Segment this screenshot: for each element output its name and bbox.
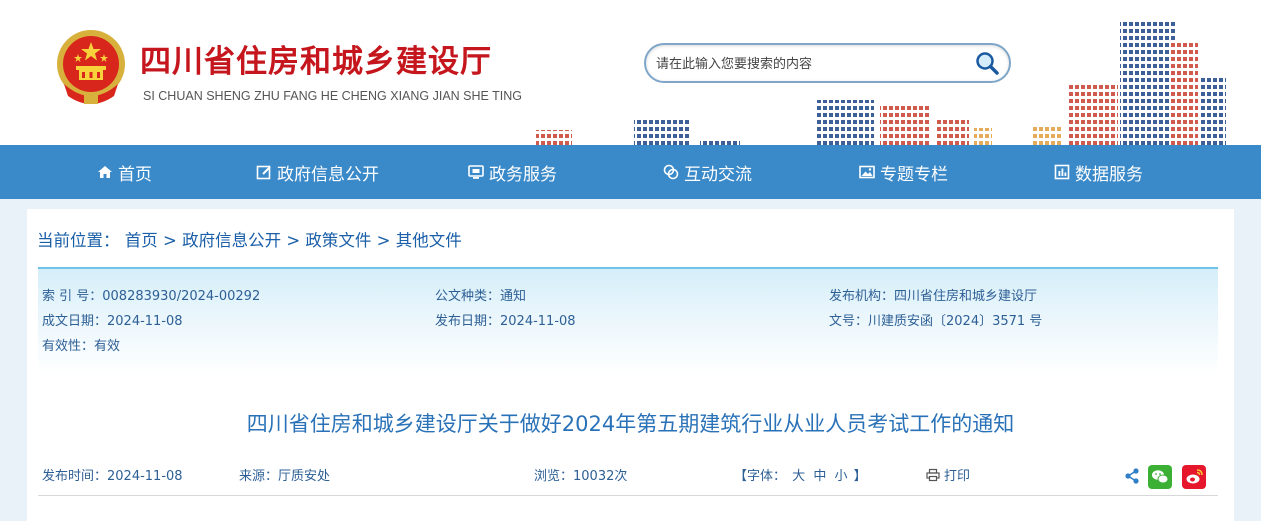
nav-home-label: 首页 — [118, 164, 152, 185]
font-size-small-button[interactable]: 小 — [834, 469, 847, 484]
breadcrumb-separator: > — [286, 231, 301, 250]
font-size-label-close: 】 — [853, 469, 867, 484]
breadcrumb-home[interactable]: 首页 — [125, 231, 158, 250]
site-title: 四川省住房和城乡建设厅 — [140, 44, 492, 80]
image-icon — [859, 165, 875, 179]
monitor-icon — [468, 165, 484, 179]
nav-gov-services[interactable]: 政务服务 — [467, 145, 557, 199]
share-icon[interactable] — [1123, 467, 1141, 485]
nav-home[interactable]: 首页 — [96, 145, 152, 199]
font-size-control: 【字体： 大 中 小 】 — [734, 465, 867, 484]
divider — [38, 495, 1218, 496]
print-label: 打印 — [944, 469, 971, 484]
edit-icon — [256, 165, 271, 180]
meta-index-no: 索 引 号：008283930/2024-00292 — [42, 289, 261, 304]
content-panel: 当前位置： 首页 > 政府信息公开 > 政策文件 > 其他文件 索 引 号：00… — [27, 209, 1234, 521]
weibo-icon[interactable] — [1182, 465, 1206, 489]
wechat-icon[interactable] — [1148, 465, 1172, 489]
meta-validity: 有效性：有效 — [42, 339, 121, 354]
view-count: 浏览：10032次 — [534, 469, 628, 484]
site-subtitle: SI CHUAN SHENG ZHU FANG HE CHENG XIANG J… — [143, 89, 522, 103]
search-icon[interactable] — [973, 50, 1001, 78]
nav-interaction[interactable]: 互动交流 — [662, 145, 752, 199]
chart-icon — [1054, 164, 1070, 180]
nav-data-services[interactable]: 数据服务 — [1053, 145, 1143, 199]
nav-interaction-label: 互动交流 — [684, 164, 752, 185]
national-emblem-logo — [57, 30, 125, 104]
nav-gov-services-label: 政务服务 — [489, 164, 557, 185]
article-source: 来源：厅质安处 — [239, 469, 331, 484]
chat-icon — [663, 164, 679, 180]
breadcrumb-separator: > — [163, 231, 177, 250]
meta-publisher: 发布机构：四川省住房和城乡建设厅 — [829, 289, 1038, 304]
font-size-label-open: 【字体： — [734, 469, 787, 484]
meta-doc-type: 公文种类：通知 — [435, 289, 527, 304]
breadcrumb-policy-docs[interactable]: 政策文件 — [305, 231, 371, 250]
nav-data-services-label: 数据服务 — [1075, 164, 1143, 185]
breadcrumb-gov-info[interactable]: 政府信息公开 — [182, 231, 281, 250]
publish-time: 发布时间：2024-11-08 — [42, 469, 183, 484]
meta-publish-date: 发布日期：2024-11-08 — [435, 314, 576, 329]
nav-gov-info-label: 政府信息公开 — [277, 164, 379, 185]
home-icon — [98, 166, 112, 178]
search-input[interactable] — [656, 54, 976, 74]
print-button[interactable]: 打印 — [926, 465, 970, 484]
nav-special-topics[interactable]: 专题专栏 — [858, 145, 948, 199]
document-metadata: 索 引 号：008283930/2024-00292 公文种类：通知 发布机构：… — [38, 267, 1218, 375]
breadcrumb-prefix: 当前位置： — [37, 231, 120, 250]
site-header: 四川省住房和城乡建设厅 SI CHUAN SHENG ZHU FANG HE C… — [0, 0, 1261, 145]
article-title: 四川省住房和城乡建设厅关于做好2024年第五期建筑行业从业人员考试工作的通知 — [246, 412, 1015, 436]
printer-icon — [926, 468, 940, 481]
nav-special-topics-label: 专题专栏 — [880, 164, 948, 185]
search-box — [644, 43, 1011, 83]
main-nav: 首页 政府信息公开 政务服务 互动交流 专题专栏 数据服务 — [0, 145, 1261, 199]
meta-created-date: 成文日期：2024-11-08 — [42, 314, 183, 329]
nav-gov-info[interactable]: 政府信息公开 — [255, 145, 379, 199]
meta-doc-no: 文号：川建质安函〔2024〕3571 号 — [829, 314, 1043, 329]
font-size-medium-button[interactable]: 中 — [813, 469, 826, 484]
font-size-large-button[interactable]: 大 — [792, 469, 805, 484]
breadcrumb-separator: > — [376, 231, 391, 250]
breadcrumb-other-docs[interactable]: 其他文件 — [396, 231, 462, 250]
breadcrumb: 当前位置： 首页 > 政府信息公开 > 政策文件 > 其他文件 — [37, 227, 462, 251]
